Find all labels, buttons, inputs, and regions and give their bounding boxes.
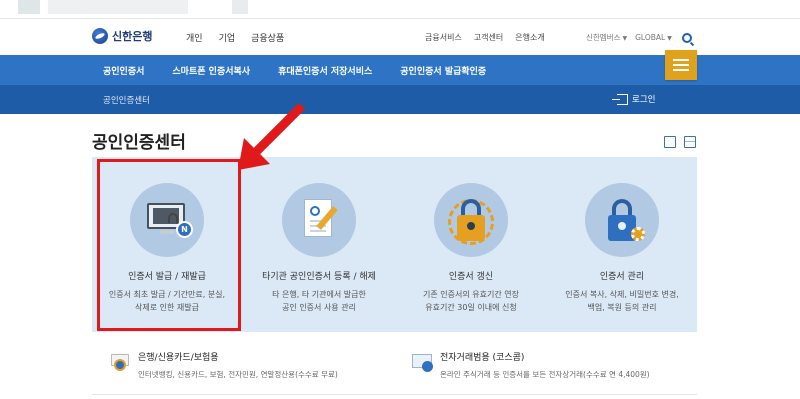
- blurred-area: [232, 0, 248, 14]
- family-site-dropdown[interactable]: 신한멤버스 ▼: [586, 32, 627, 43]
- menu-bar: [673, 59, 689, 61]
- login-icon: [612, 93, 628, 105]
- menu-bar: [673, 64, 689, 66]
- card-renewal[interactable]: 인증서 갱신 기존 인증서의 유효기간 연장 유효기간 30일 이내에 신청: [396, 157, 546, 332]
- page-title: 공인인증센터: [92, 133, 186, 153]
- blurred-area: [18, 0, 40, 14]
- renew-lock-icon: [434, 183, 508, 257]
- card-desc-line: 타 은행, 타 기관에서 발급한: [272, 290, 366, 299]
- card-other-institution[interactable]: 타기관 공인인증서 등록 / 해제 타 은행, 타 기관에서 발급한 공인 인증…: [244, 157, 394, 332]
- breadcrumb: 공인인증센터: [103, 96, 150, 106]
- tab-smartphone-copy[interactable]: 스마트폰 인증서복사: [172, 64, 250, 77]
- global-dropdown[interactable]: GLOBAL ▼: [635, 33, 672, 42]
- bottom-item-bank-card-insurance[interactable]: 은행/신용카드/보험용 인터넷뱅킹, 신용카드, 보험, 전자민원, 연말정산용…: [110, 350, 338, 390]
- gear-icon: [631, 227, 645, 241]
- card-title: 인증서 관리: [599, 272, 645, 282]
- bottom-item-desc: 인터넷뱅킹, 신용카드, 보험, 전자민원, 연말정산용(수수료 무료): [138, 370, 338, 379]
- card-description: 타 은행, 타 기관에서 발급한 공인 인증서 사용 관리: [250, 288, 388, 314]
- main-nav: 개인 기업 금융상품: [186, 31, 284, 44]
- bottom-item-title: 은행/신용카드/보험용: [138, 353, 219, 363]
- card-desc-line: 기존 인증서의 유효기간 연장: [423, 290, 519, 299]
- red-highlight-box: [97, 159, 241, 331]
- login-button[interactable]: 로그인: [612, 93, 656, 105]
- sub-nav: 공인인증센터 로그인: [0, 85, 800, 114]
- family-site-label: 신한멤버스: [586, 33, 621, 42]
- nav-customer-center[interactable]: 고객센터: [474, 32, 503, 43]
- site-header: 신한은행 개인 기업 금융상품 금융서비스 고객센터 은행소개 신한멤버스 ▼ G…: [0, 18, 800, 54]
- tab-mobile-storage[interactable]: 휴대폰인증서 저장서비스: [278, 64, 372, 77]
- print-icon[interactable]: [684, 136, 696, 148]
- bottom-item-title: 전자거래범용 (코스콤): [440, 353, 525, 363]
- bottom-item-e-commerce[interactable]: 전자거래범용 (코스콤) 온라인 주식거래 등 인증서를 보든 전자상거래(수수…: [412, 350, 650, 390]
- doc-line: [310, 230, 326, 232]
- hamburger-menu-button[interactable]: [665, 50, 697, 80]
- nav-business[interactable]: 기업: [219, 31, 236, 44]
- card-description: 기존 인증서의 유효기간 연장 유효기간 30일 이내에 신청: [402, 288, 540, 314]
- logo-text: 신한은행: [112, 30, 153, 43]
- tab-certificate[interactable]: 공인인증서: [103, 64, 144, 77]
- seal-shape: [310, 206, 320, 216]
- caret-down-icon: ▼: [667, 35, 672, 42]
- card-desc-line: 인증서 복사, 삭제, 비밀번호 변경,: [565, 290, 679, 299]
- utility-nav: 금융서비스 고객센터 은행소개: [425, 32, 545, 43]
- shinhan-logo[interactable]: 신한은행: [92, 28, 152, 44]
- caret-down-icon: ▼: [622, 35, 628, 42]
- keyhole: [618, 222, 626, 230]
- nav-products[interactable]: 금융상품: [251, 31, 284, 44]
- card-management[interactable]: 인증서 관리 인증서 복사, 삭제, 비밀번호 변경, 백업, 복원 등의 관리: [547, 157, 697, 332]
- nav-bank-intro[interactable]: 은행소개: [515, 32, 544, 43]
- e-commerce-icon: [412, 352, 434, 374]
- divider: [92, 394, 697, 395]
- certificate-document-icon: [282, 183, 356, 257]
- bottom-item-desc: 온라인 주식거래 등 인증서를 보든 전자상거래(수수료 연 4,400원): [440, 370, 650, 379]
- card-desc-line: 공인 인증서 사용 관리: [282, 303, 356, 312]
- global-label: GLOBAL: [635, 33, 666, 42]
- sitemap-icon[interactable]: [664, 136, 676, 148]
- search-icon[interactable]: [681, 32, 692, 43]
- logo-icon: [92, 28, 108, 44]
- keyhole: [467, 222, 475, 230]
- login-label: 로그인: [632, 95, 656, 105]
- nav-financial-services[interactable]: 금융서비스: [425, 32, 462, 43]
- card-description: 인증서 복사, 삭제, 비밀번호 변경, 백업, 복원 등의 관리: [553, 288, 691, 314]
- card-title: 인증서 갱신: [448, 272, 494, 282]
- card-title: 타기관 공인인증서 등록 / 해제: [262, 272, 376, 282]
- card-desc-line: 유효기간 30일 이내에 신청: [425, 303, 517, 312]
- lock-gear-icon: [585, 183, 659, 257]
- coin-shape: [114, 359, 126, 371]
- browser-top-strip: [0, 0, 800, 18]
- bank-card-icon: [110, 352, 132, 374]
- red-arrow-icon: [238, 102, 306, 170]
- nav-personal[interactable]: 개인: [186, 31, 203, 44]
- right-nav: 신한멤버스 ▼ GLOBAL ▼: [586, 32, 692, 43]
- blurred-area: [48, 0, 188, 14]
- card-desc-line: 백업, 복원 등의 관리: [587, 303, 657, 312]
- globe-shape: [422, 361, 433, 372]
- tab-issuance-confirmation[interactable]: 공인인증서 발급확인증: [400, 64, 486, 77]
- page-tools: [664, 136, 696, 148]
- menu-bar: [673, 69, 689, 71]
